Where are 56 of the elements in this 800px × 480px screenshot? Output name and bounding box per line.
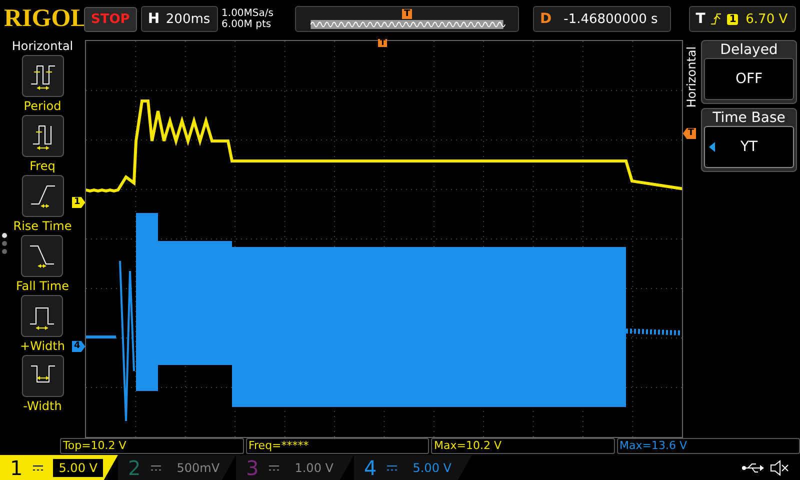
speaker-muted-icon[interactable] — [770, 460, 790, 476]
channel-tab[interactable]: 4 5.00 V — [354, 455, 472, 480]
dc-coupling-icon — [32, 464, 43, 470]
channel-number: 4 — [364, 456, 377, 480]
measure-label: +Width — [20, 339, 65, 353]
measure-button[interactable] — [21, 235, 64, 277]
menu-item[interactable]: Delayed OFF — [701, 40, 797, 104]
measurement-readout: Max=13.6 V — [616, 438, 800, 454]
menu-title: Horizontal — [12, 39, 74, 53]
trigger-level-marker[interactable]: T — [682, 128, 696, 139]
channel-tab[interactable]: 1 5.00 V — [0, 455, 118, 480]
dc-coupling-icon — [150, 464, 161, 470]
channel-tab[interactable]: 2 500mV — [118, 455, 236, 480]
measure-button[interactable] — [22, 115, 64, 157]
menu-item-value: YT — [704, 126, 794, 168]
trigger-position-marker: T — [378, 39, 388, 47]
channel-marker[interactable]: 4 — [72, 341, 86, 352]
delay-display[interactable]: D -1.46800000 s — [533, 6, 671, 32]
measure-label: Freq — [30, 159, 56, 173]
dc-coupling-icon — [268, 464, 279, 470]
measurement-readout: Max=10.2 V — [431, 438, 614, 454]
measure-label: Period — [24, 99, 62, 113]
measure-button[interactable] — [21, 295, 64, 337]
measure-button[interactable] — [22, 355, 64, 397]
selection-caret-icon — [709, 142, 715, 152]
measure-label: Fall Time — [16, 279, 69, 293]
run-stop-button[interactable]: STOP — [84, 6, 137, 32]
rising-edge-icon — [711, 13, 722, 25]
channel-scale: 5.00 V — [52, 458, 104, 476]
trigger-source-badge: 1 — [727, 14, 738, 24]
channel-number: 1 — [10, 456, 23, 480]
memory-depth: 6.00M pts — [222, 19, 272, 30]
dc-coupling-icon — [386, 464, 397, 470]
menu-title: Horizontal — [685, 46, 699, 108]
channel-tab[interactable]: 3 1.00 V — [236, 455, 354, 480]
measurement-readout: Freq=***** — [246, 438, 429, 454]
menu-item-title: Delayed — [720, 42, 778, 58]
menu-item[interactable]: Time Base YT — [701, 108, 797, 172]
menu-item-value: OFF — [704, 58, 794, 100]
channel-number: 3 — [246, 456, 259, 480]
channel-scale: 500mV — [176, 460, 221, 476]
usb-icon — [742, 462, 764, 474]
menu-item-title: Time Base — [712, 110, 786, 126]
channel-scale: 5.00 V — [412, 460, 452, 476]
measure-label: Rise Time — [13, 219, 72, 233]
channel-scale: 1.00 V — [294, 460, 334, 476]
trigger-position-marker: T — [402, 9, 412, 19]
sample-rate: 1.00MSa/s — [222, 8, 274, 19]
channel-number: 2 — [128, 456, 141, 480]
timebase-display[interactable]: H 200ms — [140, 6, 218, 32]
channel-marker[interactable]: 1 — [72, 197, 86, 208]
trigger-display[interactable]: T 1 6.70 V — [688, 6, 796, 32]
measure-label: -Width — [23, 399, 62, 413]
measurement-readout: Top=10.2 V — [60, 438, 244, 454]
measure-button[interactable] — [22, 55, 64, 97]
measure-button[interactable] — [22, 175, 64, 217]
